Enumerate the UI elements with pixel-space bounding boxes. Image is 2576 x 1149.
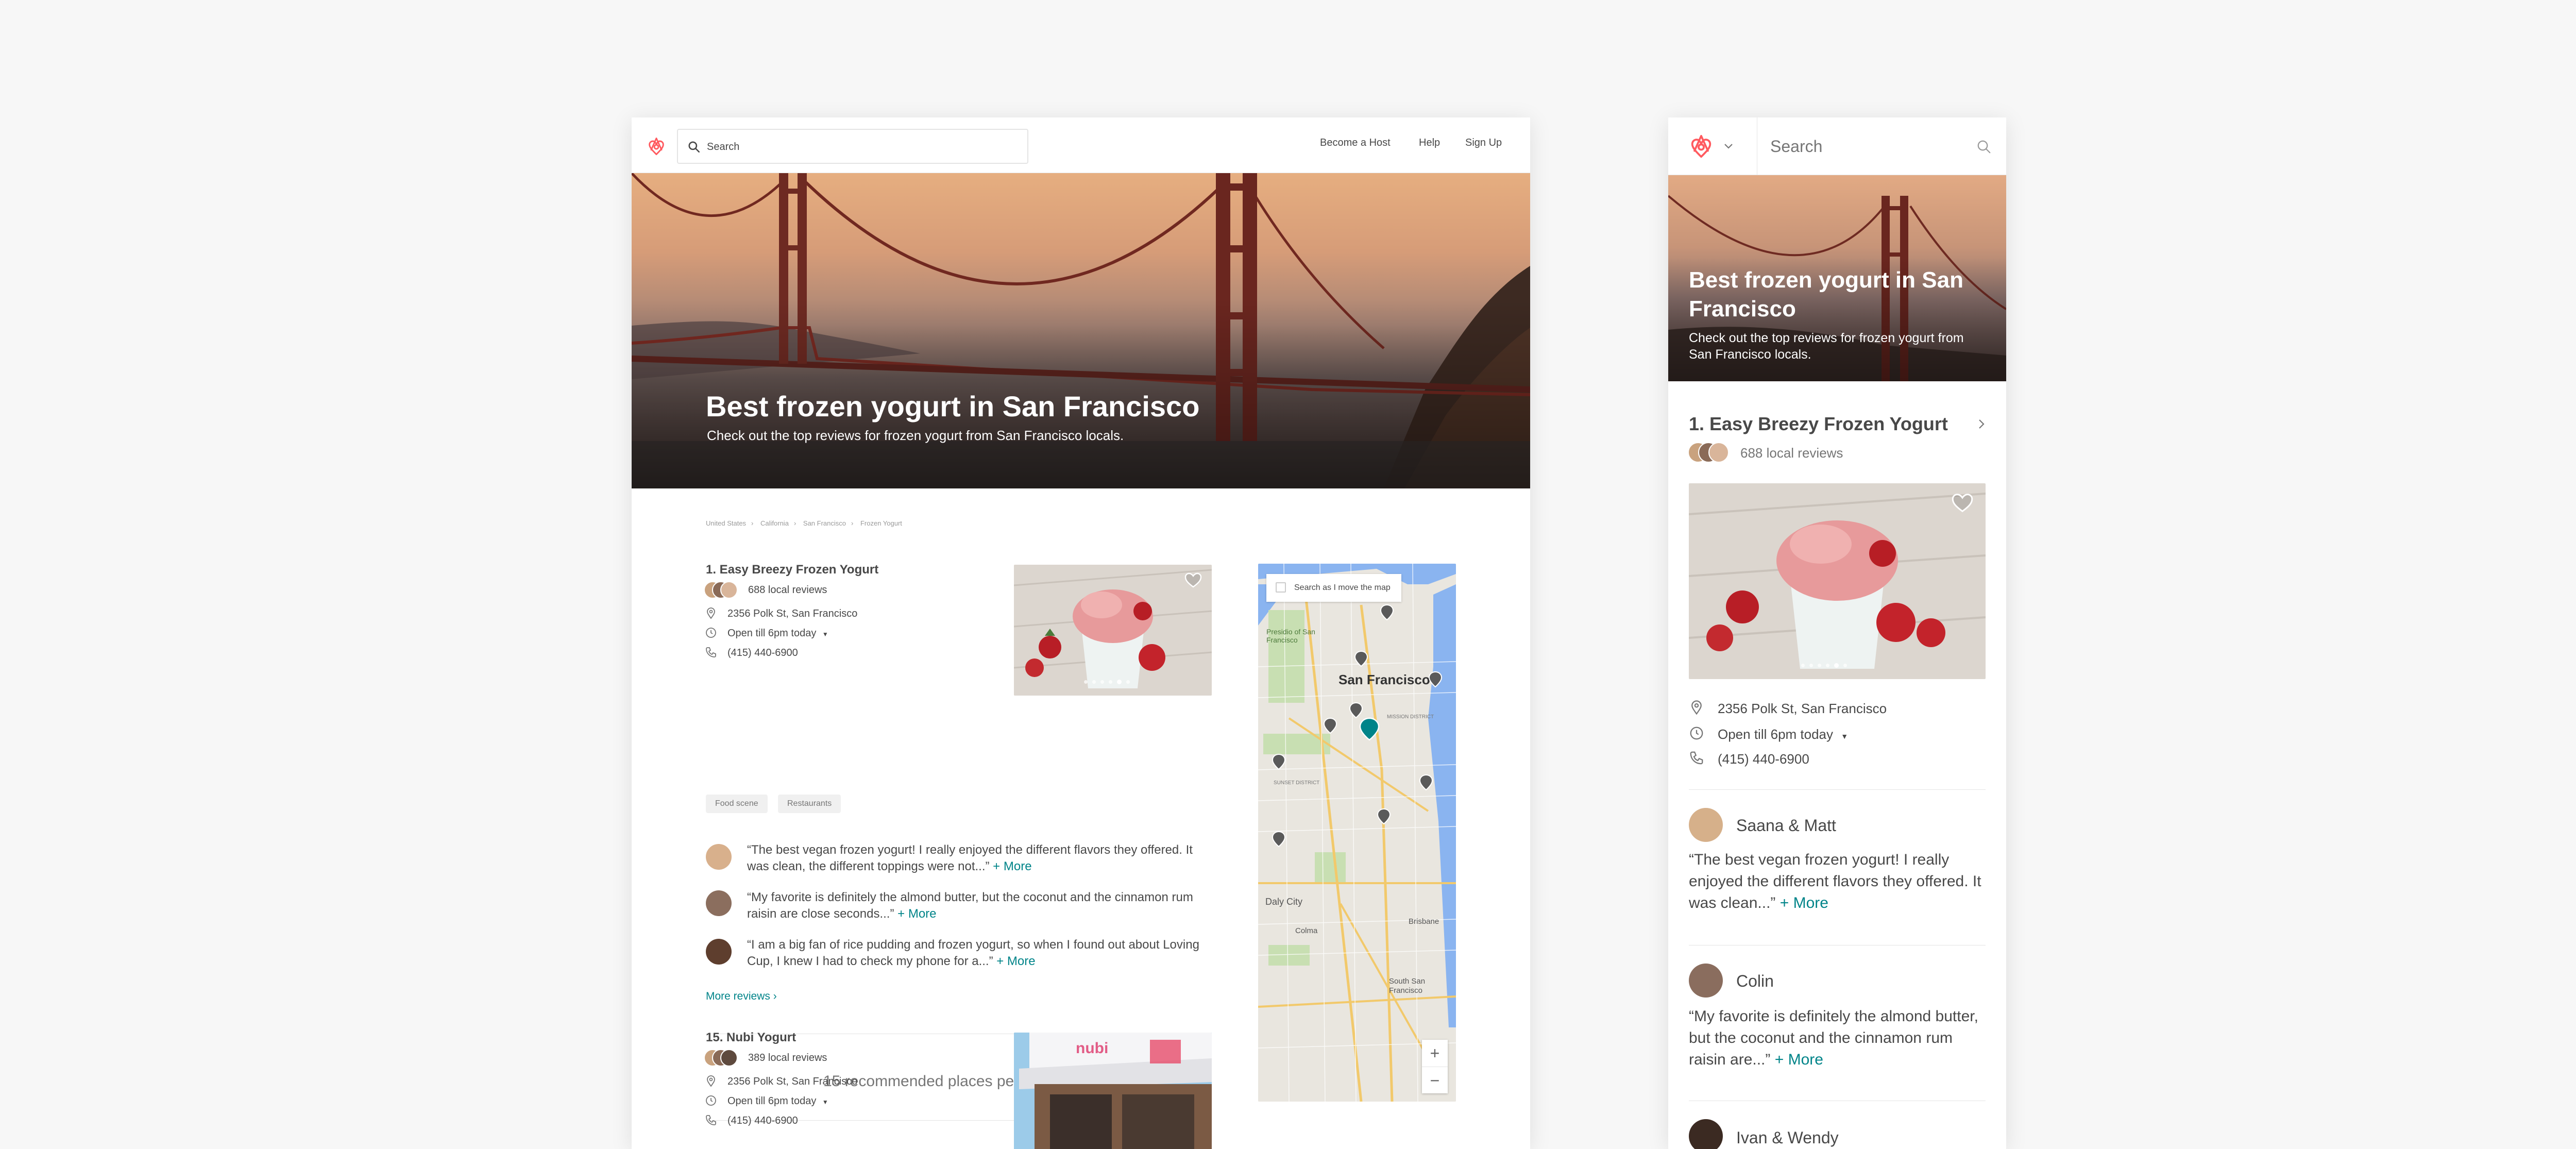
map-pin-icon xyxy=(1354,650,1368,667)
reviewer-avatars xyxy=(1688,442,1734,465)
reviews-count: 389 local reviews xyxy=(748,1052,827,1063)
map-pin-icon xyxy=(1349,702,1363,719)
listing-2-details: 389 local reviews 2356 Polk St, San Fran… xyxy=(632,117,1530,1149)
reviewer-name: Ivan & Wendy xyxy=(1736,1128,1839,1147)
reviewer-avatars xyxy=(704,1049,740,1069)
listing-photo[interactable]: nubi xyxy=(1014,1033,1212,1149)
phone-icon xyxy=(1690,751,1703,765)
location-pin-icon xyxy=(1691,700,1702,715)
map-pins xyxy=(1272,604,1443,848)
hero-banner: Best frozen yogurt in San Francisco Chec… xyxy=(1668,175,2006,381)
clock-icon xyxy=(1690,726,1703,740)
phone-text[interactable]: (415) 440-6900 xyxy=(1718,751,1809,767)
chevron-down-icon: ▼ xyxy=(822,1099,828,1106)
more-link[interactable]: + More xyxy=(1780,894,1828,911)
hours-text[interactable]: Open till 6pm today ▼ xyxy=(1718,726,1848,742)
avatar xyxy=(1689,964,1723,998)
location-pin-icon xyxy=(707,1075,715,1087)
review-text: “My favorite is definitely the almond bu… xyxy=(1689,1008,1978,1068)
search-input[interactable] xyxy=(1770,134,1976,159)
more-link[interactable]: + More xyxy=(1775,1051,1823,1068)
mobile-page: Best frozen yogurt in San Francisco Chec… xyxy=(1668,117,2006,1149)
avatar xyxy=(1689,808,1723,842)
carousel-dots[interactable] xyxy=(1801,663,1847,668)
phone-icon xyxy=(706,1115,716,1125)
zoom-in-button[interactable]: + xyxy=(1422,1040,1448,1067)
listing-photo[interactable] xyxy=(1689,483,1986,679)
mobile-header xyxy=(1668,117,2006,175)
heart-icon[interactable] xyxy=(1951,493,1974,513)
address-text: 2356 Polk St, San Francisco xyxy=(1718,701,1887,716)
avatar xyxy=(1708,442,1729,463)
map-pin-icon xyxy=(1272,831,1286,848)
map-pin-icon xyxy=(1272,753,1286,770)
map-panel[interactable]: Search as I move the map Presidio of San… xyxy=(1258,564,1456,1102)
airbnb-logo[interactable] xyxy=(1689,133,1714,160)
hero-subtitle: Check out the top reviews for frozen yog… xyxy=(1689,331,1964,362)
chevron-down-icon: ▼ xyxy=(1841,732,1849,740)
address-text: 2356 Polk St, San Francisco xyxy=(727,1076,858,1087)
frozen-yogurt-image xyxy=(1689,483,1986,679)
zoom-out-button[interactable]: − xyxy=(1422,1067,1448,1093)
map-pin-icon xyxy=(1323,717,1337,734)
divider xyxy=(1689,789,1986,790)
reviewer-name: Colin xyxy=(1736,972,1774,990)
hero-title: Best frozen yogurt in San Francisco xyxy=(1689,267,1963,322)
clock-icon xyxy=(706,1095,716,1106)
store-sign-text: nubi xyxy=(1076,1040,1109,1057)
phone-text[interactable]: (415) 440-6900 xyxy=(727,1115,798,1127)
search-icon[interactable] xyxy=(1976,139,1992,155)
map-pin-selected-icon xyxy=(1359,717,1380,741)
map-zoom-controls: + − xyxy=(1422,1040,1448,1093)
chevron-down-icon[interactable] xyxy=(1724,143,1733,149)
listing-title[interactable]: 1. Easy Breezy Frozen Yogurt xyxy=(1689,413,1948,435)
reviews-count: 688 local reviews xyxy=(1740,445,1843,461)
hours-label: Open till 6pm today xyxy=(1718,726,1834,742)
hours-label: Open till 6pm today xyxy=(727,1095,817,1107)
nubi-storefront-image xyxy=(1014,1033,1212,1149)
map-pin-icon xyxy=(1428,671,1443,688)
review-text: “The best vegan frozen yogurt! I really … xyxy=(1689,851,1981,911)
hours-text[interactable]: Open till 6pm today ▼ xyxy=(727,1095,828,1107)
avatar xyxy=(1689,1119,1723,1149)
map-pin-icon xyxy=(1380,604,1394,621)
map-pin-icon xyxy=(1377,808,1391,825)
avatar xyxy=(720,1049,738,1067)
chevron-right-icon[interactable] xyxy=(1977,418,1986,430)
map-pin-icon xyxy=(1419,774,1433,791)
reviewer-name: Saana & Matt xyxy=(1736,816,1836,835)
